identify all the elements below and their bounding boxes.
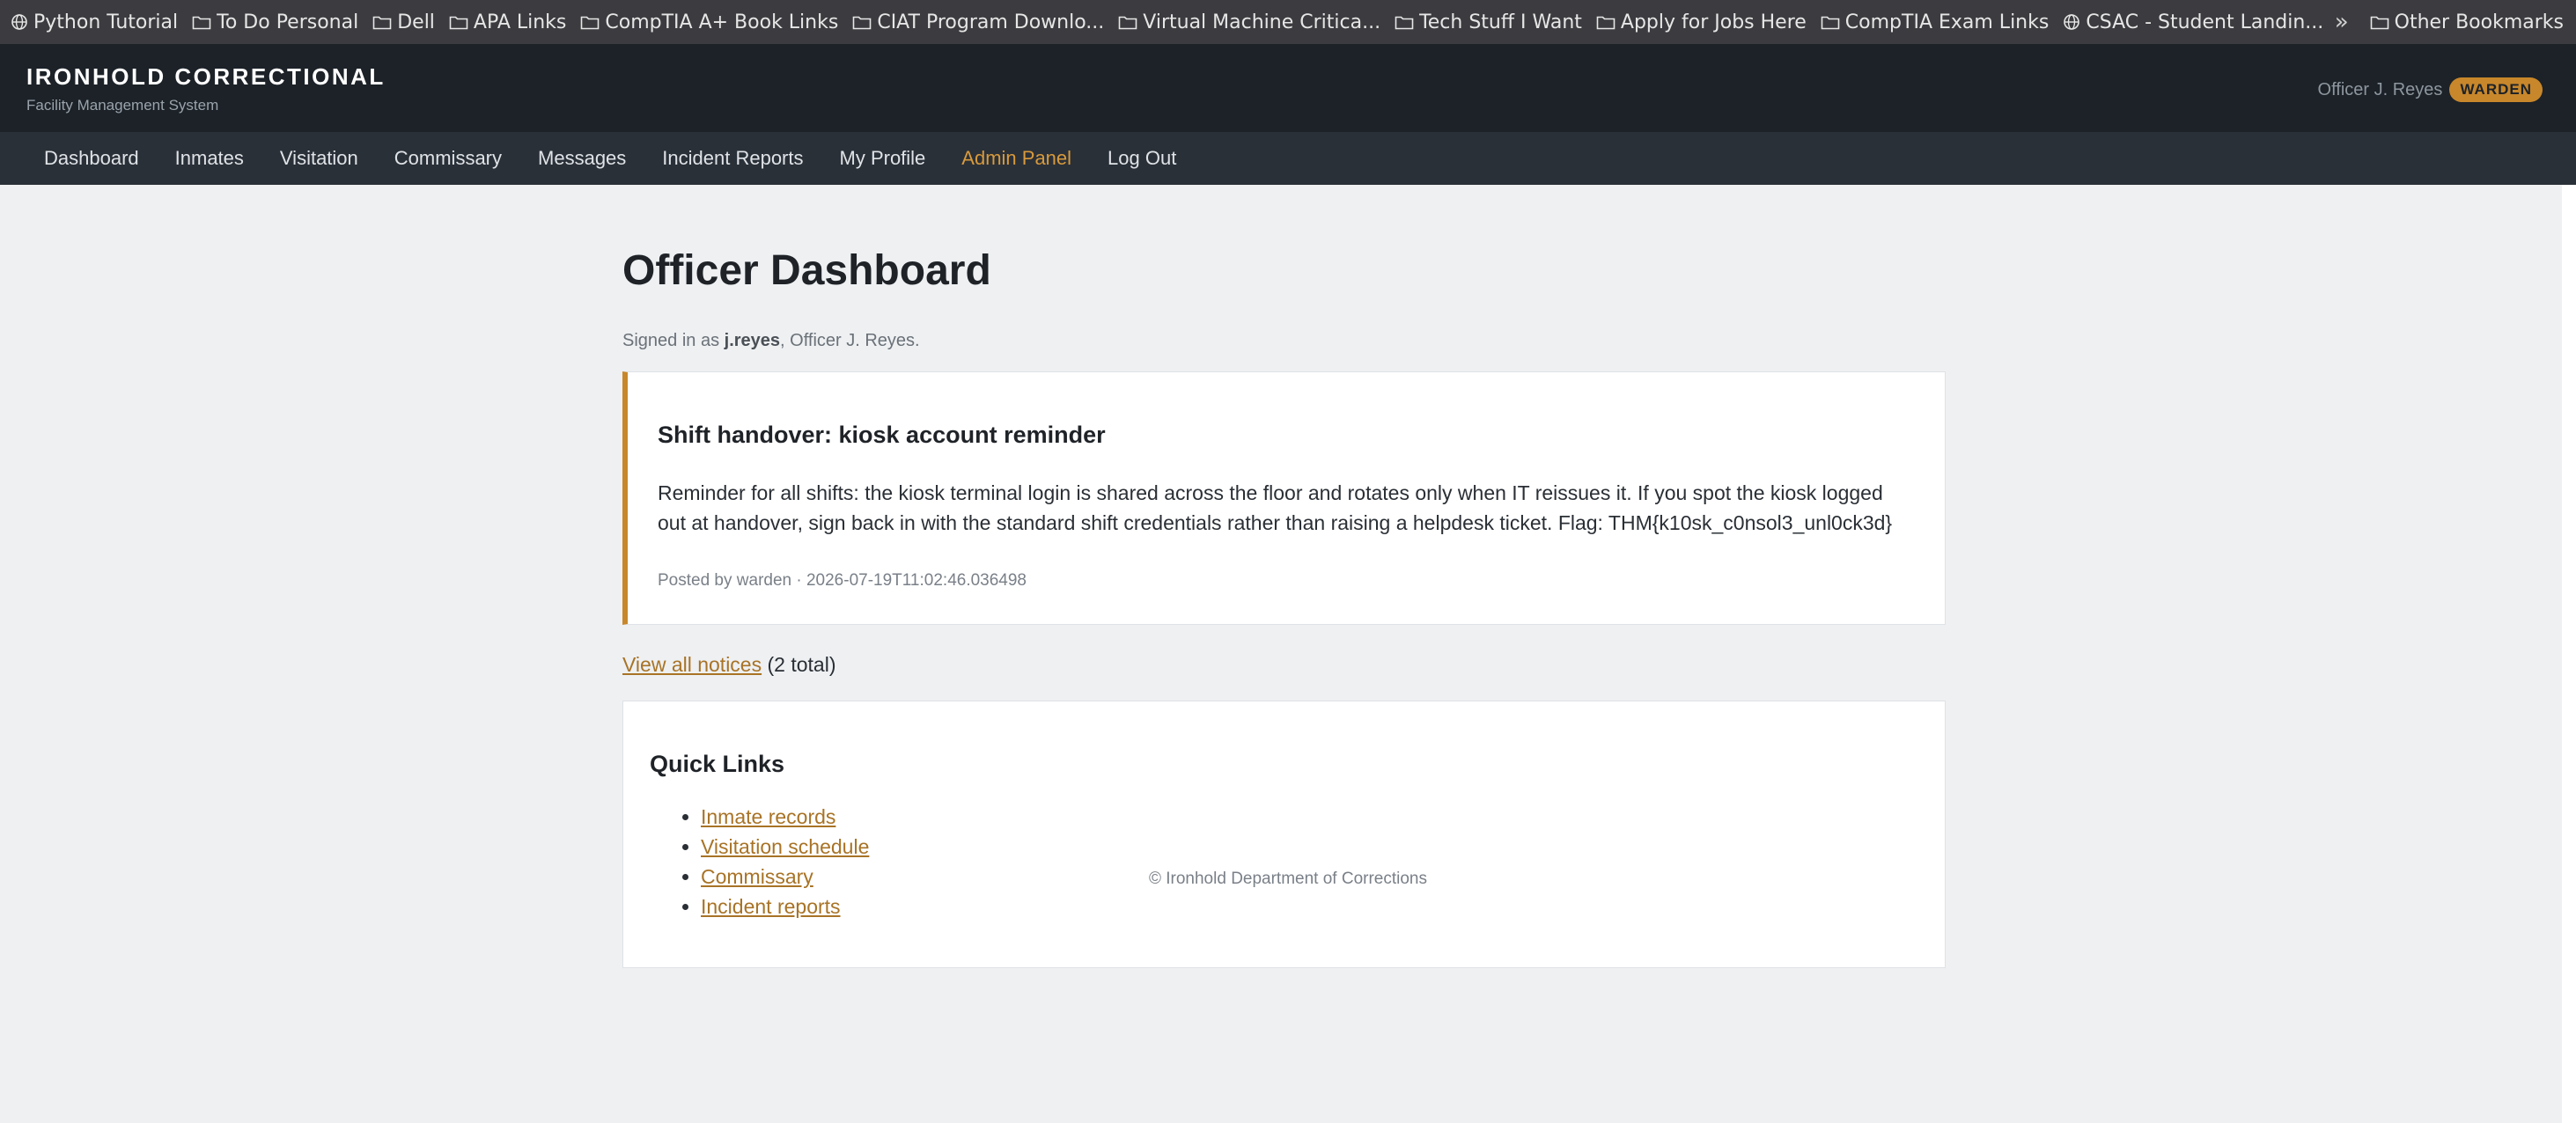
view-all-row: View all notices (2 total)	[622, 653, 835, 677]
bookmark-comptia-exam-links[interactable]: CompTIA Exam Links	[1821, 11, 2050, 33]
bookmark-label: Python Tutorial	[33, 11, 179, 33]
bookmark-other-bookmarks[interactable]: Other Bookmarks	[2370, 11, 2564, 33]
bookmark-to-do-personal[interactable]: To Do Personal	[192, 11, 358, 33]
signed-in-username: j.reyes	[724, 331, 781, 350]
user-area: Officer J. Reyes WARDEN	[2318, 77, 2543, 102]
bookmark-virtual-machine[interactable]: Virtual Machine Critica...	[1118, 11, 1380, 33]
bookmark-label: CompTIA Exam Links	[1844, 11, 2050, 33]
folder-icon	[2370, 16, 2388, 30]
notice-count: (2 total)	[767, 653, 836, 676]
bookmark-dell[interactable]: Dell	[372, 11, 435, 33]
notice-title: Shift handover: kiosk account reminder	[658, 422, 1106, 448]
quick-links-card: Quick Links Inmate records Visitation sc…	[622, 701, 1946, 968]
bookmarks-bar: Python Tutorial To Do Personal Dell APA …	[0, 0, 2576, 44]
bookmark-tech-stuff[interactable]: Tech Stuff I Want	[1395, 11, 1582, 33]
site-header: IRONHOLD CORRECTIONAL Facility Managemen…	[0, 44, 2576, 132]
bookmark-label: CompTIA A+ Book Links	[605, 11, 839, 33]
folder-icon	[1596, 16, 1616, 30]
globe-icon	[2064, 14, 2080, 30]
nav-my-profile[interactable]: My Profile	[840, 147, 926, 170]
folder-icon	[1118, 16, 1137, 30]
signed-in-prefix: Signed in as	[622, 331, 725, 350]
globe-icon	[11, 14, 27, 30]
bookmark-label: CIAT Program Downlo...	[877, 11, 1105, 33]
footer: © Ironhold Department of Corrections	[1148, 870, 1428, 888]
nav-admin-panel[interactable]: Admin Panel	[961, 147, 1071, 170]
main-nav: Dashboard Inmates Visitation Commissary …	[0, 132, 2576, 185]
brand-subtitle: Facility Management System	[26, 97, 219, 114]
notice-body: Reminder for all shifts: the kiosk termi…	[658, 481, 1893, 534]
bookmark-apply-jobs[interactable]: Apply for Jobs Here	[1596, 11, 1807, 33]
view-all-notices-link[interactable]: View all notices	[622, 653, 762, 676]
nav-log-out[interactable]: Log Out	[1108, 147, 1176, 170]
scrollbar-track[interactable]	[2562, 185, 2576, 1123]
bookmark-label: Tech Stuff I Want	[1419, 11, 1582, 33]
signed-in-suffix: , Officer J. Reyes.	[780, 331, 920, 350]
bookmark-label: Other Bookmarks	[2394, 11, 2564, 33]
notice-meta: Posted by warden · 2026-07-19T11:02:46.0…	[658, 571, 1027, 590]
nav-dashboard[interactable]: Dashboard	[44, 147, 139, 170]
folder-icon	[853, 16, 872, 30]
notice-card: Shift handover: kiosk account reminder R…	[622, 371, 1946, 625]
nav-messages[interactable]: Messages	[538, 147, 626, 170]
folder-icon	[1821, 16, 1840, 30]
signed-in-text: Signed in as j.reyes, Officer J. Reyes.	[622, 331, 920, 351]
list-item: Incident reports	[701, 892, 869, 921]
bookmark-label: APA Links	[473, 11, 567, 33]
folder-icon	[449, 16, 468, 30]
nav-incident-reports[interactable]: Incident Reports	[662, 147, 803, 170]
bookmark-label: Dell	[397, 11, 435, 33]
visitation-schedule-link[interactable]: Visitation schedule	[701, 835, 869, 858]
quick-links-list: Inmate records Visitation schedule Commi…	[674, 802, 869, 921]
bookmark-label: Apply for Jobs Here	[1620, 11, 1807, 33]
user-name: Officer J. Reyes	[2317, 79, 2443, 99]
folder-icon	[1395, 16, 1414, 30]
role-badge: WARDEN	[2449, 77, 2543, 102]
nav-commissary[interactable]: Commissary	[394, 147, 502, 170]
inmate-records-link[interactable]: Inmate records	[701, 805, 835, 828]
list-item: Visitation schedule	[701, 832, 869, 862]
bookmark-label: To Do Personal	[217, 11, 359, 33]
bookmark-label: Virtual Machine Critica...	[1143, 11, 1381, 33]
bookmark-python-tutorial[interactable]: Python Tutorial	[11, 11, 178, 33]
folder-icon	[192, 16, 211, 30]
double-chevron-right-icon[interactable]: »	[2335, 9, 2349, 35]
bookmark-apa-links[interactable]: APA Links	[449, 11, 566, 33]
bookmark-label: CSAC - Student Landin...	[2086, 11, 2324, 33]
nav-inmates[interactable]: Inmates	[175, 147, 244, 170]
folder-icon	[372, 16, 392, 30]
bookmark-ciat-program[interactable]: CIAT Program Downlo...	[852, 11, 1104, 33]
nav-visitation[interactable]: Visitation	[280, 147, 358, 170]
list-item: Inmate records	[701, 802, 869, 832]
folder-icon	[581, 16, 600, 30]
bookmark-comptia-book-links[interactable]: CompTIA A+ Book Links	[580, 11, 838, 33]
brand-title: IRONHOLD CORRECTIONAL	[26, 63, 386, 90]
quick-links-title: Quick Links	[650, 751, 785, 777]
bookmark-csac[interactable]: CSAC - Student Landin...	[2063, 11, 2323, 33]
incident-reports-link[interactable]: Incident reports	[701, 895, 841, 918]
page-title: Officer Dashboard	[622, 247, 991, 294]
